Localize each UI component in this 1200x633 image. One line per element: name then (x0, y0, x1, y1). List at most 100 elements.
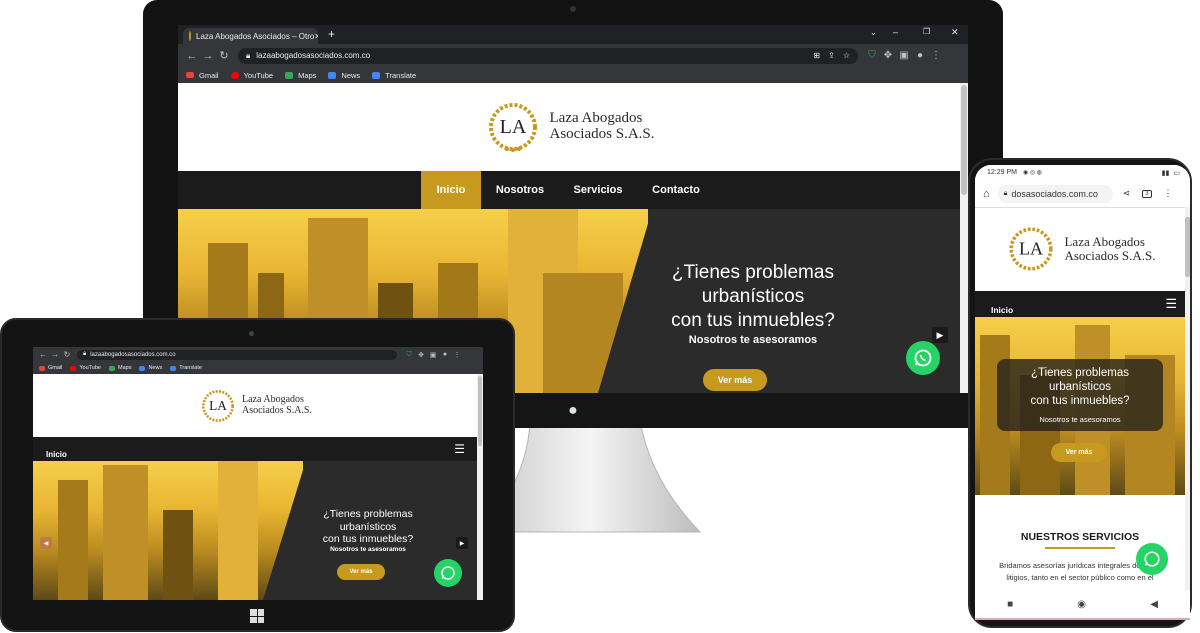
tablet-omnibox[interactable]: 🔒︎ lazaabogadosasociados.com.co (77, 349, 397, 360)
bookmark-star-icon[interactable]: ☆ (843, 51, 850, 60)
desktop-omnibox[interactable]: 🔒︎ lazaabogadosasociados.com.co ⊞ ⇪ ☆ (238, 47, 858, 64)
bookmark-youtube[interactable]: YouTube (230, 70, 274, 80)
bookmark-maps[interactable]: Maps (109, 365, 131, 371)
gmail-icon (186, 72, 194, 78)
nav-servicios[interactable]: Servicios (559, 171, 637, 209)
back-triangle-icon[interactable]: ◀ (1150, 599, 1158, 610)
whatsapp-button[interactable] (1136, 543, 1168, 575)
nav-contacto[interactable]: Contacto (637, 171, 715, 209)
phone-nav-bar: ■ ◉ ◀ (975, 590, 1190, 620)
bookmark-label: Gmail (199, 70, 219, 80)
bookmark-label: Translate (385, 70, 417, 80)
scrollbar-thumb[interactable] (478, 376, 482, 446)
maps-icon (285, 71, 294, 79)
bookmark-gmail[interactable]: Gmail (186, 71, 219, 80)
hero-line-3: con tus inmuebles? (1030, 394, 1130, 407)
kebab-menu-icon[interactable]: ⋮ (928, 50, 944, 61)
laurel-logo-icon: LA (201, 389, 234, 422)
bookmark-translate[interactable]: Translate (170, 365, 202, 371)
home-circle-icon[interactable]: ◉ (1077, 599, 1086, 610)
bookmark-label: Maps (118, 365, 132, 371)
slider-next-arrow[interactable]: ▶ (456, 537, 468, 549)
building (163, 510, 193, 600)
hero-subtitle: Nosotros te asesoramos (688, 334, 818, 347)
webcam (570, 6, 576, 12)
nav-inicio[interactable]: Inicio (421, 171, 481, 209)
nav-nosotros[interactable]: Nosotros (481, 171, 559, 209)
forward-arrow-icon[interactable]: → (200, 50, 216, 62)
signal-icon: ▮▮ (1161, 169, 1170, 177)
youtube-icon (230, 71, 239, 79)
tabs-count-icon[interactable]: 3 (1142, 189, 1152, 198)
nav-inicio[interactable]: Inicio (991, 291, 1013, 317)
reload-icon[interactable]: ↻ (61, 350, 73, 359)
phone-url-bar: ⌂ 🔒︎ dosasociados.com.co ⋖ 3 ⋮ (975, 180, 1190, 208)
forward-arrow-icon[interactable]: → (49, 350, 61, 359)
hamburger-menu-icon[interactable]: ☰ (454, 442, 465, 456)
nav-inicio[interactable]: Inicio (46, 437, 67, 461)
ver-mas-button[interactable]: Ver más (1051, 443, 1107, 462)
section-title: NUESTROS SERVICIOS (1020, 531, 1140, 543)
chevron-down-icon[interactable]: ⌄ (870, 28, 877, 37)
status-time: 12:29 PM (987, 169, 1017, 176)
desktop-tab[interactable]: Laza Abogados Asociados – Otro ✕ (183, 28, 318, 44)
svg-text:LA: LA (209, 398, 227, 413)
windows-logo-icon[interactable] (250, 609, 264, 623)
share-icon[interactable]: ⋖ (1123, 188, 1131, 199)
bookmark-label: Maps (298, 70, 317, 80)
share-icon[interactable]: ⇪ (828, 51, 835, 60)
logo-line-1: Laza Abogados (1064, 234, 1145, 250)
minimize-icon[interactable]: – (893, 27, 898, 37)
phone-omnibox[interactable]: 🔒︎ dosasociados.com.co (997, 184, 1113, 203)
window-close-icon[interactable]: ✕ (951, 27, 959, 38)
maximize-icon[interactable]: ❐ (923, 27, 930, 36)
bookmark-label: YouTube (79, 365, 101, 371)
sidebar-icon[interactable]: ▣ (427, 351, 439, 359)
whatsapp-button[interactable] (906, 341, 940, 375)
bookmark-translate[interactable]: Translate (372, 71, 416, 80)
lock-icon: 🔒︎ (83, 351, 87, 357)
phone-url: dosasociados.com.co (1011, 188, 1098, 199)
ver-mas-button[interactable]: Ver más (703, 369, 767, 391)
puzzle-extension-icon[interactable]: ✥ (415, 351, 427, 359)
sidebar-icon[interactable]: ▣ (896, 50, 912, 61)
back-arrow-icon[interactable]: ← (184, 50, 200, 62)
profile-icon[interactable]: ● (912, 50, 928, 61)
slider-next-arrow[interactable]: ▶ (932, 327, 948, 343)
bookmark-youtube[interactable]: YouTube (70, 365, 101, 371)
hamburger-menu-icon[interactable]: ☰ (1165, 296, 1177, 312)
tablet-scrollbar[interactable] (477, 374, 483, 600)
profile-icon[interactable]: ● (439, 351, 451, 358)
bookmark-gmail[interactable]: Gmail (39, 365, 62, 371)
bookmark-news[interactable]: News (328, 71, 360, 80)
logo-line-2: Asociados S.A.S. (241, 404, 312, 416)
lock-icon: 🔒︎ (1003, 189, 1008, 197)
slider-prev-arrow[interactable]: ◀ (40, 537, 52, 549)
plus-icon[interactable]: + (328, 27, 335, 41)
shield-extension-icon[interactable]: ⛉ (864, 50, 880, 61)
puzzle-extension-icon[interactable]: ✥ (880, 50, 896, 61)
phone-scrollbar[interactable] (1185, 207, 1190, 590)
translate-page-icon[interactable]: ⊞ (813, 51, 820, 60)
ver-mas-button[interactable]: Ver más (337, 564, 385, 580)
logo-text: Laza Abogados Asociados S.A.S. (1064, 235, 1155, 262)
tab-close-icon[interactable]: ✕ (314, 32, 318, 41)
kebab-menu-icon[interactable]: ⋮ (1164, 188, 1173, 199)
recent-apps-icon[interactable]: ■ (1007, 599, 1013, 610)
home-icon[interactable]: ⌂ (983, 188, 990, 200)
bookmark-label: YouTube (243, 70, 274, 80)
desktop-scrollbar[interactable] (960, 83, 968, 393)
bookmark-news[interactable]: News (139, 365, 162, 371)
kebab-menu-icon[interactable]: ⋮ (451, 351, 463, 359)
reload-icon[interactable]: ↻ (216, 49, 232, 62)
maps-icon (109, 365, 115, 371)
back-arrow-icon[interactable]: ← (37, 350, 49, 359)
bookmark-maps[interactable]: Maps (285, 71, 316, 80)
logo-line-1: Laza Abogados (549, 110, 643, 127)
scrollbar-thumb[interactable] (961, 85, 967, 195)
scrollbar-thumb[interactable] (1185, 217, 1190, 277)
bookmark-label: News (148, 365, 163, 371)
desktop-bookmarks-bar: Gmail YouTube Maps News Translate (178, 67, 968, 84)
whatsapp-button[interactable] (434, 559, 462, 587)
shield-extension-icon[interactable]: ⛉ (403, 351, 415, 359)
